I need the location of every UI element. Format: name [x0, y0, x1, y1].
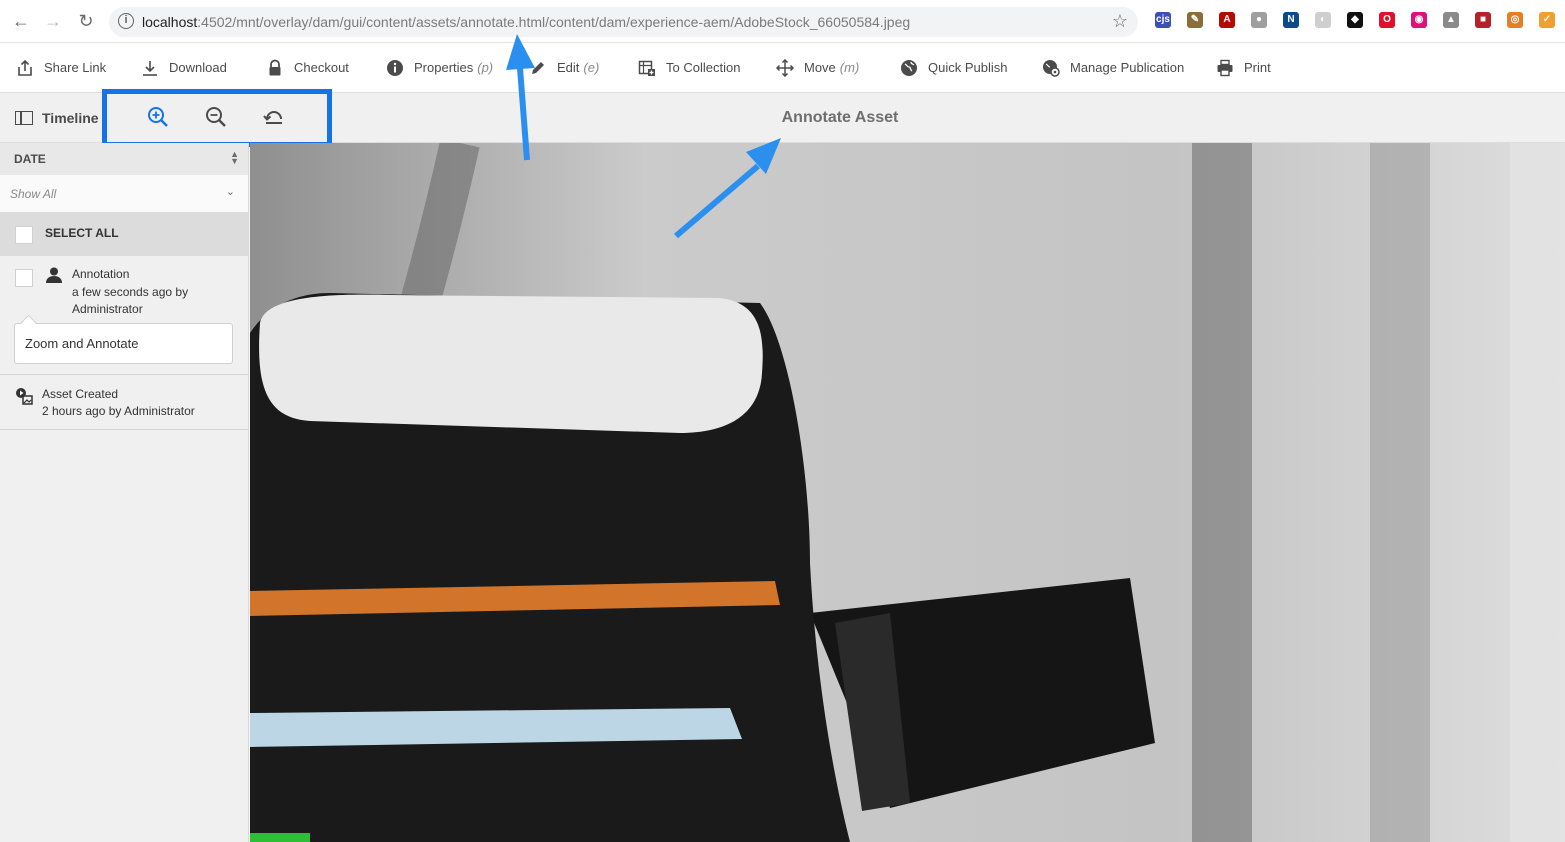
download-label: Download	[169, 60, 227, 75]
address-bar[interactable]: i localhost:4502/mnt/overlay/dam/gui/con…	[109, 7, 1138, 37]
move-arrows-icon	[776, 58, 794, 77]
zoom-out-icon[interactable]	[203, 104, 229, 130]
info-icon[interactable]: i	[118, 13, 134, 29]
move-label: Move	[804, 60, 836, 75]
filter-value: Show All	[10, 187, 57, 201]
asset-created-meta: 2 hours ago by Administrator	[42, 404, 195, 418]
timeline-label: Timeline	[42, 109, 99, 126]
globe-icon	[901, 59, 917, 76]
edit-label: Edit	[557, 60, 580, 75]
move-shortcut: (m)	[839, 60, 860, 75]
action-bar: Share Link Download Checkout Properties(…	[0, 43, 1565, 93]
ring-ext-icon[interactable]: ◉	[1411, 12, 1427, 28]
select-all-row[interactable]: SELECT ALL	[0, 212, 248, 256]
forward-icon[interactable]: →	[42, 10, 64, 32]
select-all-label: SELECT ALL	[45, 226, 119, 240]
annotation-title: Annotation	[72, 267, 130, 281]
collection-add-icon	[638, 60, 655, 76]
date-sort-header[interactable]: DATE ▲ ▼	[0, 143, 248, 175]
asset-image-canvas[interactable]	[250, 143, 1565, 842]
spy-ext-icon[interactable]: ◆	[1347, 12, 1363, 28]
browser-toolbar: ← → ↻ i localhost:4502/mnt/overlay/dam/g…	[0, 0, 1565, 43]
properties-button[interactable]: Properties (p)	[386, 43, 493, 92]
properties-label: Properties	[414, 60, 474, 75]
sort-arrows-icon[interactable]: ▲ ▼	[230, 150, 239, 166]
rail-icon	[15, 110, 33, 125]
annotation-comment-text: Zoom and Annotate	[25, 336, 139, 351]
zoom-in-icon[interactable]	[145, 104, 171, 130]
timeline-toggle[interactable]: Timeline	[15, 93, 99, 142]
select-all-checkbox[interactable]	[15, 226, 33, 244]
timeline-annotation-item[interactable]: Annotation a few seconds ago by Administ…	[0, 256, 248, 375]
annotation-meta: a few seconds ago by Administrator	[72, 285, 189, 316]
lock-icon	[269, 59, 281, 75]
checkout-label: Checkout	[294, 60, 349, 75]
zoom-controls-highlight	[102, 89, 332, 147]
bookmark-star-icon[interactable]: ☆	[1112, 11, 1128, 32]
new-ext-icon[interactable]: N	[1283, 12, 1299, 28]
opera-ext-icon[interactable]: O	[1379, 12, 1395, 28]
quick-publish-label: Quick Publish	[928, 60, 1008, 75]
share-link-label: Share Link	[44, 60, 107, 75]
filter-select[interactable]: Show All ⌄	[0, 175, 248, 212]
annotation-comment-bubble: Zoom and Annotate	[14, 323, 233, 364]
url-host: localhost	[142, 14, 198, 30]
share-icon	[18, 59, 32, 76]
manage-publication-label: Manage Publication	[1070, 60, 1185, 75]
pdf-ext-icon[interactable]: A	[1219, 12, 1235, 28]
checkout-button[interactable]: Checkout	[266, 43, 349, 92]
gray-ext-icon[interactable]: ◐	[1315, 12, 1331, 28]
timeline-rail: DATE ▲ ▼ Show All ⌄ SELECT ALL Annotation…	[0, 143, 249, 842]
user-icon	[46, 267, 62, 283]
pen-ext-icon[interactable]: ✎	[1187, 12, 1203, 28]
annotation-checkbox[interactable]	[15, 269, 33, 287]
boot-photo	[250, 143, 1565, 842]
url-path: :4502/mnt/overlay/dam/gui/content/assets…	[197, 14, 911, 30]
print-button[interactable]: Print	[1216, 43, 1271, 92]
print-label: Print	[1244, 60, 1271, 75]
red-ext-icon[interactable]: ■	[1475, 12, 1491, 28]
quick-publish-button[interactable]: Quick Publish	[900, 43, 1007, 92]
manage-publication-button[interactable]: Manage Publication	[1042, 43, 1184, 92]
date-label: DATE	[14, 152, 46, 166]
globe-gear-icon	[1043, 59, 1060, 77]
check-ext-icon[interactable]: ✓	[1539, 12, 1555, 28]
asset-created-title: Asset Created	[42, 387, 119, 401]
share-link-button[interactable]: Share Link	[16, 43, 106, 92]
arrow-to-url-icon	[506, 34, 535, 161]
chevron-down-icon: ⌄	[225, 186, 235, 198]
download-icon	[143, 60, 157, 76]
reload-icon[interactable]: ↻	[75, 10, 97, 32]
asset-created-icon	[16, 388, 33, 405]
reset-zoom-icon[interactable]	[261, 104, 287, 130]
arrow-to-title-icon	[674, 138, 781, 239]
circle-ext-icon[interactable]: ●	[1251, 12, 1267, 28]
timeline-asset-created-item[interactable]: Asset Created 2 hours ago by Administrat…	[0, 375, 248, 430]
orange-ext-icon[interactable]: ◎	[1507, 12, 1523, 28]
to-collection-button[interactable]: To Collection	[638, 43, 740, 92]
back-icon[interactable]: ←	[10, 10, 32, 32]
drive-ext-icon[interactable]: ▲	[1443, 12, 1459, 28]
edit-shortcut: (e)	[583, 60, 600, 75]
info-circle-icon	[387, 59, 403, 76]
cjs-icon[interactable]: cjs	[1155, 12, 1171, 28]
move-button[interactable]: Move (m)	[776, 43, 859, 92]
to-collection-label: To Collection	[666, 60, 741, 75]
printer-icon	[1217, 59, 1233, 76]
download-button[interactable]: Download	[141, 43, 227, 92]
